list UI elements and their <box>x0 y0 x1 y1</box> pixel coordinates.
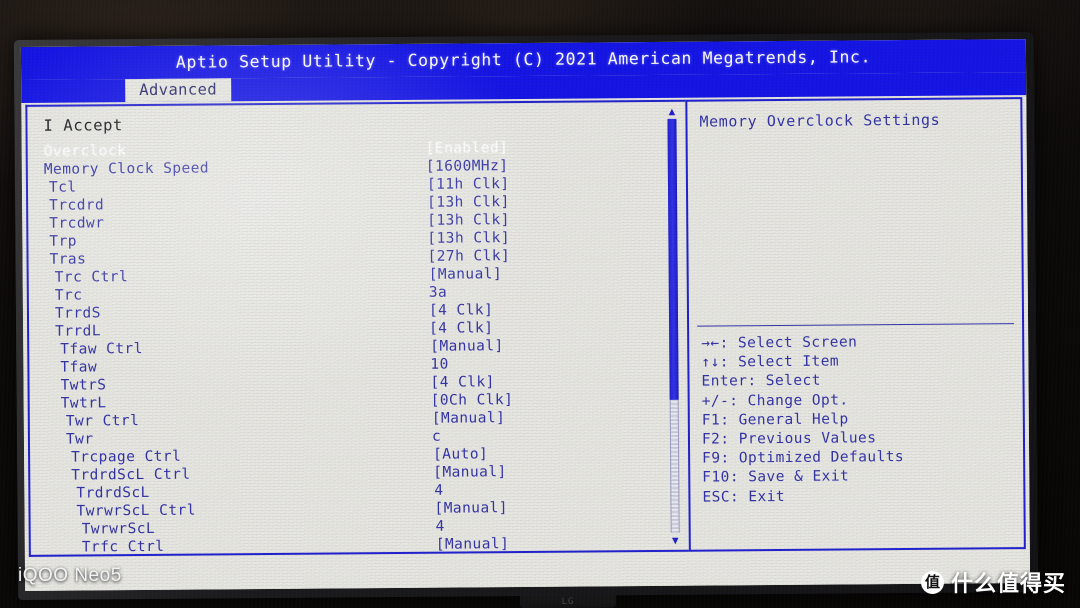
key-legend-line: ESC: Exit <box>702 488 786 506</box>
settings-row-value[interactable]: c <box>432 428 441 446</box>
settings-row-value[interactable]: [Manual] <box>436 535 510 554</box>
bios-screen: Aptio Setup Utility - Copyright (C) 2021… <box>20 39 1031 591</box>
photo-backdrop: LG Aptio Setup Utility - Copyright (C) 2… <box>0 0 1080 608</box>
settings-row-label: TrrdS <box>54 305 101 322</box>
help-panel: Memory Overclock Settings →←: Select Scr… <box>685 97 1026 552</box>
help-separator <box>697 323 1015 327</box>
brand-name-text: 什么值得买 <box>950 571 1066 596</box>
settings-row-label: TrrdL <box>55 323 102 340</box>
settings-row-value[interactable]: 4 <box>436 518 445 536</box>
key-legend-line: Enter: Select <box>701 373 821 391</box>
settings-row-label: Trp <box>49 233 78 250</box>
key-legend-line: F10: Save & Exit <box>702 468 850 487</box>
settings-row-value[interactable]: 4 <box>434 482 443 500</box>
scroll-up-arrow-icon[interactable]: ▲ <box>665 105 678 118</box>
settings-row-value[interactable]: 3a <box>429 284 448 302</box>
settings-row-label: Twr Ctrl <box>65 413 140 430</box>
settings-row-value[interactable]: [Manual] <box>432 409 506 428</box>
settings-row-label: TwtrS <box>60 377 107 394</box>
accept-label[interactable]: I Accept <box>27 102 685 143</box>
key-legend-line: ↑↓: Select Item <box>701 353 840 371</box>
settings-row-label: TrdrdScL Ctrl <box>71 466 191 484</box>
settings-row-value[interactable]: [11h Clk] <box>427 175 510 194</box>
key-legend-line: →←: Select Screen <box>701 334 858 352</box>
settings-row-label: Tcl <box>48 179 77 196</box>
settings-row-value[interactable]: [1600MHz] <box>426 157 509 176</box>
key-legend-list: →←: Select Screen ↑↓: Select Item Enter: S… <box>701 332 1017 507</box>
settings-row-value[interactable]: [Enabled] <box>426 139 509 158</box>
monitor-bezel: Aptio Setup Utility - Copyright (C) 2021… <box>13 32 1039 600</box>
settings-row-value[interactable]: [Manual] <box>433 463 507 482</box>
settings-row-value[interactable]: [Manual] <box>430 337 504 356</box>
settings-row-label: Memory Clock Speed <box>43 160 210 178</box>
brand-logo-icon: 值 <box>920 570 944 594</box>
settings-row-value[interactable]: [27h Clk] <box>427 247 510 266</box>
settings-row-label: Trfc Ctrl <box>81 538 165 556</box>
settings-row-value[interactable]: [4 Clk] <box>429 301 493 320</box>
settings-row-label: TwrwrScL <box>81 520 156 538</box>
watermark-brand: 值 什么值得买 <box>920 566 1066 598</box>
settings-row-label: Trcpage Ctrl <box>71 448 182 466</box>
settings-row-label: Twr <box>65 431 94 448</box>
scroll-down-arrow-icon[interactable]: ▼ <box>669 534 682 547</box>
settings-row-value[interactable]: [Manual] <box>434 499 508 518</box>
settings-row-label: TrdrdScL <box>76 484 150 502</box>
settings-panel: I Accept Overclock [Enabled] Memory Clock … <box>25 99 689 557</box>
settings-row-value[interactable]: [Manual] <box>429 265 503 284</box>
key-legend-line: +/-: Change Opt. <box>701 392 849 410</box>
tab-advanced[interactable]: Advanced <box>125 78 232 103</box>
bios-body: I Accept Overclock [Enabled] Memory Clock … <box>21 95 1031 591</box>
settings-row-value[interactable]: [13h Clk] <box>427 229 510 248</box>
settings-row-value[interactable]: [13h Clk] <box>427 193 510 212</box>
settings-row-value[interactable]: 10 <box>430 356 449 374</box>
help-title: Memory Overclock Settings <box>699 110 941 131</box>
settings-row-label: Tras <box>49 251 87 268</box>
settings-row[interactable]: Trfc Ctrl [Manual] <box>47 534 689 557</box>
settings-row-label: Trc Ctrl <box>54 269 129 286</box>
settings-row-label: Overclock <box>43 143 127 160</box>
settings-row-value[interactable]: [Auto] <box>433 445 488 463</box>
settings-row-label: Trcdwr <box>49 215 105 232</box>
settings-row-value[interactable]: [4 Clk] <box>429 319 493 338</box>
key-legend-line: F2: Previous Values <box>701 430 877 448</box>
settings-row-label: Tfaw <box>60 359 98 376</box>
settings-row-label: Tfaw Ctrl <box>60 341 143 358</box>
bios-panels: I Accept Overclock [Enabled] Memory Clock … <box>25 97 1026 557</box>
settings-row-value[interactable]: [4 Clk] <box>430 373 494 392</box>
settings-row-label: Trcdrd <box>49 197 105 214</box>
watermark-phone-model: iQOO Neo5 <box>18 565 122 586</box>
scrollbar-thumb[interactable] <box>667 118 679 400</box>
key-legend-line: F9: Optimized Defaults <box>702 449 905 467</box>
settings-row-label: TwtrL <box>60 395 107 412</box>
settings-row-label: TwrwrScL Ctrl <box>76 502 196 520</box>
settings-row-value[interactable]: [13h Clk] <box>427 211 510 230</box>
settings-row-label: Trc <box>54 287 83 304</box>
settings-row-value[interactable]: [0Ch Clk] <box>431 391 514 410</box>
key-legend-line: F1: General Help <box>701 411 849 429</box>
settings-row-list: Overclock [Enabled] Memory Clock Speed [160… <box>28 138 689 557</box>
